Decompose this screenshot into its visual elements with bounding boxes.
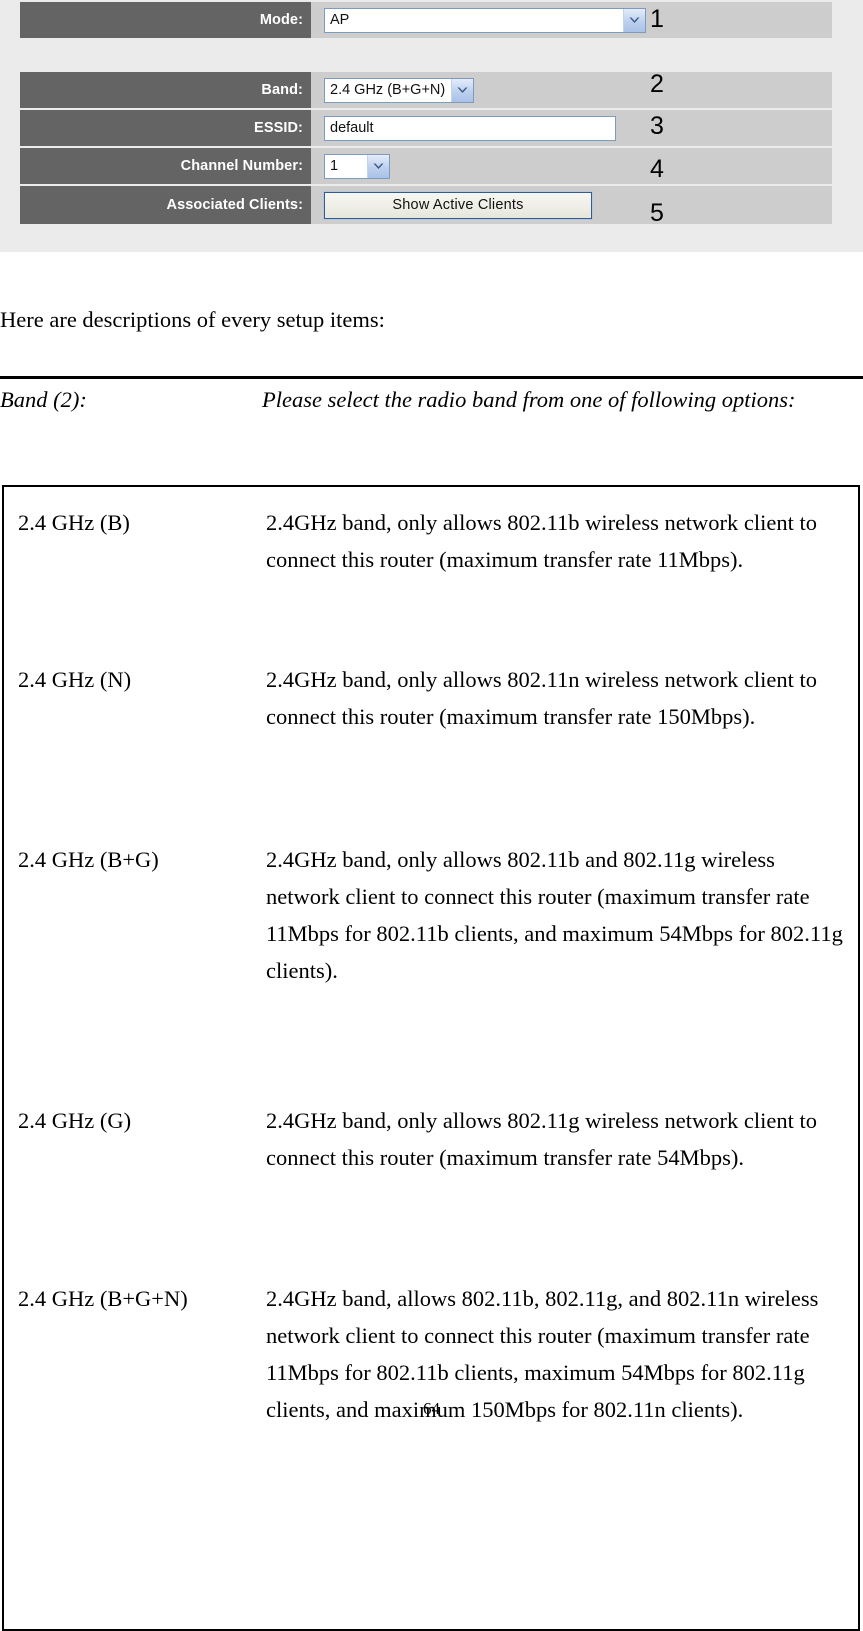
mode-value-cell: AP: [311, 2, 832, 38]
band-options-table: 2.4 GHz (B) 2.4GHz band, only allows 802…: [2, 485, 860, 1631]
option-description: 2.4GHz band, only allows 802.11n wireles…: [266, 667, 817, 729]
callout-number-2: 2: [650, 70, 664, 98]
option-term: 2.4 GHz (B+G): [18, 847, 159, 872]
definition-term: Band (2):: [0, 387, 87, 412]
option-term: 2.4 GHz (B+G+N): [18, 1286, 188, 1311]
essid-label: ESSID:: [20, 110, 311, 146]
show-active-clients-button[interactable]: Show Active Clients: [323, 190, 593, 220]
channel-number-value-cell: 1: [311, 148, 832, 184]
table-row: 2.4 GHz (B+G) 2.4GHz band, only allows 8…: [4, 847, 858, 1110]
mode-label: Mode:: [20, 2, 311, 38]
option-description: 2.4GHz band, only allows 802.11b and 802…: [266, 847, 843, 983]
table-row-mode: Mode: AP: [20, 2, 832, 38]
associated-clients-value-cell: Show Active Clients: [311, 186, 832, 224]
table-row-band: Band: 2.4 GHz (B+G+N): [20, 72, 832, 108]
callout-number-3: 3: [650, 112, 664, 140]
table-row-associated-clients: Associated Clients: Show Active Clients: [20, 186, 832, 224]
band-label: Band:: [20, 72, 311, 108]
table-row-essid: ESSID:: [20, 110, 832, 146]
table-row: 2.4 GHz (G) 2.4GHz band, only allows 802…: [4, 1108, 858, 1292]
option-term: 2.4 GHz (G): [18, 1108, 132, 1133]
chevron-down-icon[interactable]: [451, 78, 474, 102]
option-term: 2.4 GHz (B): [18, 510, 130, 535]
channel-number-select-value: 1: [330, 157, 339, 174]
table-row-channel-number: Channel Number: 1: [20, 148, 832, 184]
mode-select[interactable]: AP: [324, 7, 646, 33]
band-select-value: 2.4 GHz (B+G+N): [330, 81, 446, 98]
intro-paragraph: Here are descriptions of every setup ite…: [0, 307, 385, 332]
band-value-cell: 2.4 GHz (B+G+N): [311, 72, 832, 108]
option-term: 2.4 GHz (N): [18, 667, 132, 692]
mode-select-value: AP: [330, 11, 350, 28]
associated-clients-label: Associated Clients:: [20, 186, 311, 224]
mode-settings-table: Mode: AP: [20, 2, 832, 40]
channel-number-select[interactable]: 1: [324, 153, 390, 179]
router-settings-panel: Mode: AP Band: 2.4 GHz (B+G+N) ESSID: de…: [0, 0, 863, 252]
page-number: 64: [423, 1399, 440, 1418]
essid-input[interactable]: [324, 115, 616, 141]
chevron-down-icon[interactable]: [367, 154, 389, 178]
chevron-down-icon[interactable]: [623, 8, 645, 32]
table-row: 2.4 GHz (B+G+N) 2.4GHz band, allows 802.…: [4, 1286, 858, 1552]
definition-description: Please select the radio band from one of…: [262, 387, 796, 412]
callout-number-4: 4: [650, 155, 664, 183]
callout-number-5: 5: [650, 199, 664, 227]
section-divider: [0, 376, 863, 379]
table-row: 2.4 GHz (B) 2.4GHz band, only allows 802…: [4, 487, 858, 669]
channel-number-label: Channel Number:: [20, 148, 311, 184]
wireless-settings-table: Band: 2.4 GHz (B+G+N) ESSID: Channel Num…: [20, 72, 832, 226]
band-select[interactable]: 2.4 GHz (B+G+N): [324, 77, 475, 103]
table-row: 2.4 GHz (N) 2.4GHz band, only allows 802…: [4, 667, 858, 852]
essid-value-cell: [311, 110, 832, 146]
callout-number-1: 1: [650, 5, 664, 33]
option-description: 2.4GHz band, only allows 802.11b wireles…: [266, 510, 817, 572]
option-description: 2.4GHz band, only allows 802.11g wireles…: [266, 1108, 817, 1170]
